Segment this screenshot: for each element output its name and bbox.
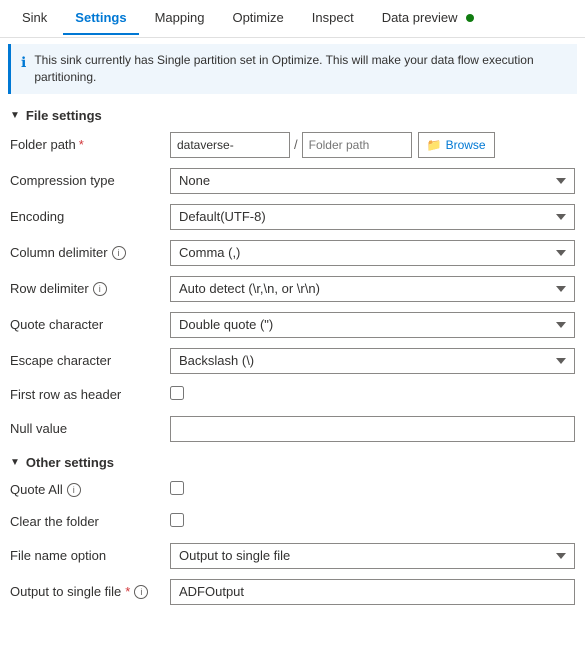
file-name-option-row: File name option Output to single file D… <box>0 538 585 574</box>
file-name-option-control: Output to single file Default Per partit… <box>170 543 575 569</box>
folder-path-inputs: / 📁 Browse <box>170 132 575 158</box>
row-delimiter-row: Row delimiter i Auto detect (\r,\n, or \… <box>0 271 585 307</box>
tab-settings[interactable]: Settings <box>63 2 138 35</box>
file-name-option-label: File name option <box>10 548 170 563</box>
other-settings-section-header[interactable]: ▼ Other settings <box>0 447 585 474</box>
quote-all-info-icon[interactable]: i <box>67 483 81 497</box>
other-settings-label: Other settings <box>26 455 114 470</box>
null-value-control <box>170 416 575 442</box>
encoding-label: Encoding <box>10 209 170 224</box>
column-delimiter-row: Column delimiter i Comma (,) Tab (\t) Se… <box>0 235 585 271</box>
folder-icon: 📁 <box>427 138 442 152</box>
folder-path-row: Folder path * / 📁 Browse <box>0 127 585 163</box>
row-delimiter-label: Row delimiter i <box>10 281 170 296</box>
row-delimiter-control: Auto detect (\r,\n, or \r\n) \r\n \n \r <box>170 276 575 302</box>
quote-all-control <box>170 481 575 498</box>
output-single-file-control <box>170 579 575 605</box>
escape-character-label: Escape character <box>10 353 170 368</box>
first-row-header-checkbox[interactable] <box>170 386 184 400</box>
folder-path-input[interactable] <box>302 132 412 158</box>
clear-folder-row: Clear the folder <box>0 506 585 538</box>
clear-folder-label: Clear the folder <box>10 514 170 529</box>
info-icon: ℹ <box>21 53 26 73</box>
compression-type-control: None Gzip Deflate Bzip2 Lz4 <box>170 168 575 194</box>
row-delimiter-info-icon[interactable]: i <box>93 282 107 296</box>
file-name-option-select[interactable]: Output to single file Default Per partit… <box>170 543 575 569</box>
escape-character-row: Escape character Backslash (\) Double qu… <box>0 343 585 379</box>
column-delimiter-info-icon[interactable]: i <box>112 246 126 260</box>
browse-button[interactable]: 📁 Browse <box>418 132 495 158</box>
escape-character-select[interactable]: Backslash (\) Double quote (") None <box>170 348 575 374</box>
row-delimiter-select[interactable]: Auto detect (\r,\n, or \r\n) \r\n \n \r <box>170 276 575 302</box>
quote-all-label: Quote All i <box>10 482 170 497</box>
column-delimiter-select[interactable]: Comma (,) Tab (\t) Semicolon (;) Pipe (|… <box>170 240 575 266</box>
output-single-file-label: Output to single file * i <box>10 584 170 599</box>
quote-character-row: Quote character Double quote (") Single … <box>0 307 585 343</box>
file-settings-label: File settings <box>26 108 102 123</box>
encoding-select[interactable]: Default(UTF-8) UTF-8 UTF-16 ASCII <box>170 204 575 230</box>
first-row-header-control <box>170 386 575 403</box>
file-settings-chevron: ▼ <box>10 110 20 121</box>
tab-mapping[interactable]: Mapping <box>143 2 217 35</box>
escape-character-control: Backslash (\) Double quote (") None <box>170 348 575 374</box>
encoding-row: Encoding Default(UTF-8) UTF-8 UTF-16 ASC… <box>0 199 585 235</box>
quote-all-row: Quote All i <box>0 474 585 506</box>
tab-optimize[interactable]: Optimize <box>220 2 295 35</box>
info-banner-text: This sink currently has Single partition… <box>34 52 567 86</box>
column-delimiter-control: Comma (,) Tab (\t) Semicolon (;) Pipe (|… <box>170 240 575 266</box>
quote-character-label: Quote character <box>10 317 170 332</box>
nav-tabs: Sink Settings Mapping Optimize Inspect D… <box>0 0 585 38</box>
other-settings-chevron: ▼ <box>10 457 20 468</box>
quote-character-control: Double quote (") Single quote (') None <box>170 312 575 338</box>
output-single-file-input[interactable] <box>170 579 575 605</box>
tab-inspect[interactable]: Inspect <box>300 2 366 35</box>
output-required: * <box>125 584 130 599</box>
clear-folder-control <box>170 513 575 530</box>
info-banner: ℹ This sink currently has Single partiti… <box>8 44 577 94</box>
null-value-row: Null value <box>0 411 585 447</box>
null-value-label: Null value <box>10 421 170 436</box>
output-info-icon[interactable]: i <box>134 585 148 599</box>
folder-path-label: Folder path * <box>10 137 170 152</box>
first-row-header-row: First row as header <box>0 379 585 411</box>
tab-data-preview[interactable]: Data preview <box>370 2 486 35</box>
encoding-control: Default(UTF-8) UTF-8 UTF-16 ASCII <box>170 204 575 230</box>
path-separator: / <box>290 137 302 152</box>
output-single-file-row: Output to single file * i <box>0 574 585 610</box>
first-row-header-label: First row as header <box>10 387 170 402</box>
null-value-input[interactable] <box>170 416 575 442</box>
column-delimiter-label: Column delimiter i <box>10 245 170 260</box>
compression-type-row: Compression type None Gzip Deflate Bzip2… <box>0 163 585 199</box>
quote-character-select[interactable]: Double quote (") Single quote (') None <box>170 312 575 338</box>
folder-prefix-input[interactable] <box>170 132 290 158</box>
file-settings-section-header[interactable]: ▼ File settings <box>0 100 585 127</box>
folder-path-required: * <box>79 137 84 152</box>
quote-all-checkbox[interactable] <box>170 481 184 495</box>
status-indicator <box>466 14 474 22</box>
clear-folder-checkbox[interactable] <box>170 513 184 527</box>
tab-sink[interactable]: Sink <box>10 2 59 35</box>
compression-type-label: Compression type <box>10 173 170 188</box>
compression-type-select[interactable]: None Gzip Deflate Bzip2 Lz4 <box>170 168 575 194</box>
